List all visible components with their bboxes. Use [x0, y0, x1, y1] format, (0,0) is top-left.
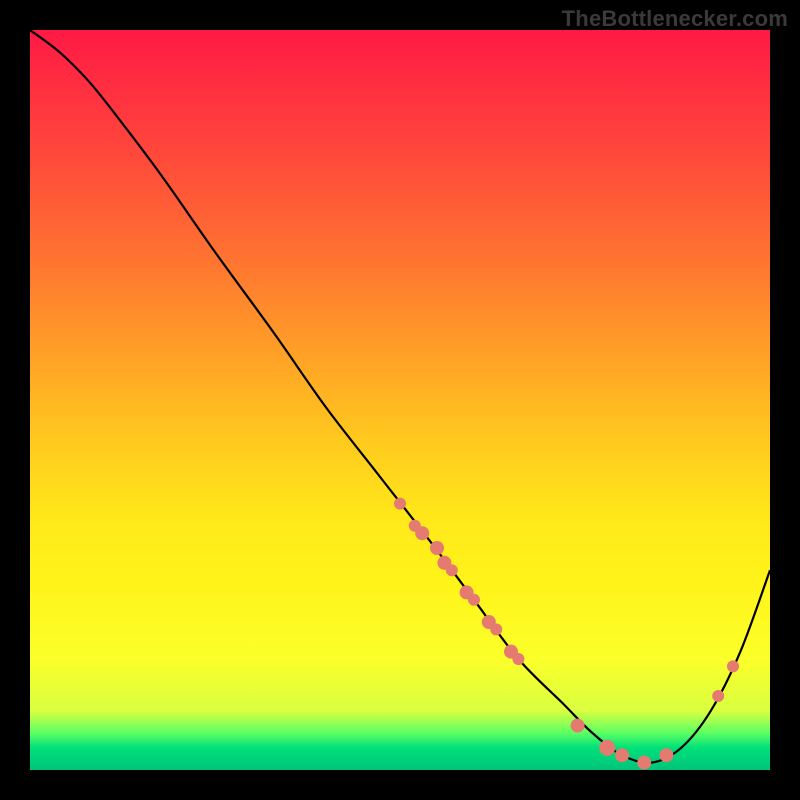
curve-marker	[615, 748, 629, 762]
curve-marker	[571, 719, 585, 733]
curve-marker	[415, 526, 429, 540]
chart-container: TheBottlenecker.com	[0, 0, 800, 800]
watermark-text: TheBottlenecker.com	[562, 6, 788, 32]
curve-marker	[394, 498, 406, 510]
curve-markers	[394, 498, 739, 770]
curve-marker	[712, 690, 724, 702]
curve-marker	[599, 740, 615, 756]
chart-svg	[30, 30, 770, 770]
curve-marker	[637, 756, 651, 770]
plot-area	[30, 30, 770, 770]
curve-marker	[727, 660, 739, 672]
curve-marker	[446, 564, 458, 576]
curve-marker	[659, 748, 673, 762]
bottleneck-curve	[30, 30, 770, 763]
curve-marker	[468, 594, 480, 606]
curve-marker	[430, 541, 444, 555]
curve-marker	[490, 623, 502, 635]
curve-marker	[512, 653, 524, 665]
